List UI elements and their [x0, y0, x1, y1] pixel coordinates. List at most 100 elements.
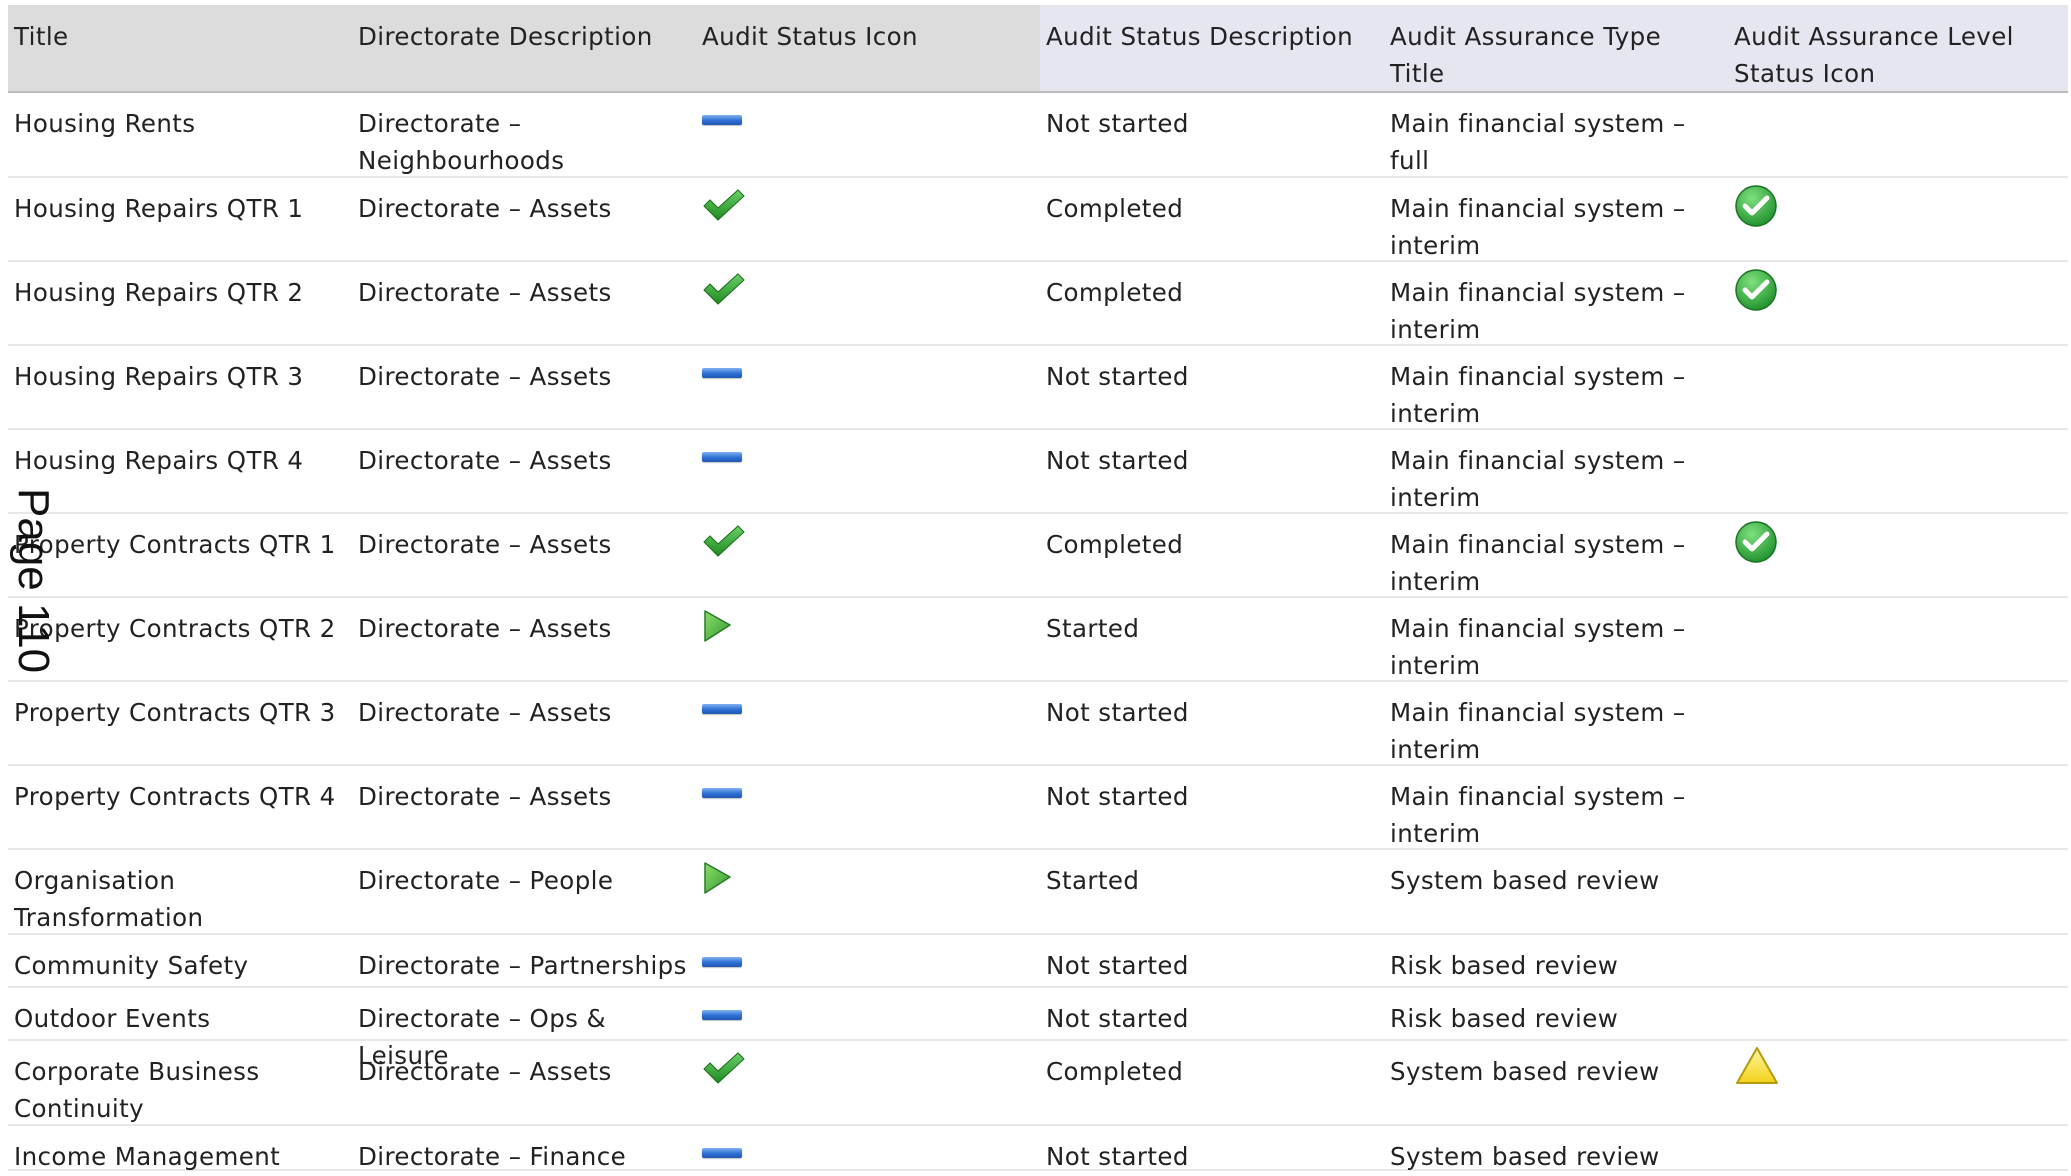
- table-row[interactable]: Property Contracts QTR 1 Directorate – As…: [8, 514, 2068, 598]
- cell-assurance-type: System based review: [1390, 1057, 1660, 1086]
- green-check-circle-icon: [1734, 184, 1778, 238]
- cell-directorate: Directorate – Assets: [358, 446, 612, 475]
- cell-status-description: Completed: [1046, 1057, 1184, 1086]
- cell-status-icon: [696, 178, 1040, 260]
- cell-assurance-type: Main financial system – full: [1390, 109, 1686, 175]
- table-row[interactable]: Outdoor Events Directorate – Ops & Leisur…: [8, 988, 2068, 1070]
- column-header-title[interactable]: Title: [8, 5, 352, 91]
- cell-assurance-type: Main financial system – interim: [1390, 278, 1686, 344]
- cell-status-description: Started: [1046, 614, 1140, 643]
- cell-assurance-level-icon: [1728, 262, 2068, 344]
- started-play-icon: [702, 860, 734, 906]
- cell-assurance-level-icon: [1728, 346, 2068, 428]
- cell-title: Housing Repairs QTR 2: [14, 278, 304, 307]
- checkmark-icon: [702, 524, 746, 570]
- cell-title: Property Contracts QTR 4: [14, 782, 336, 811]
- cell-status-icon: [696, 346, 1040, 428]
- cell-status-icon: [696, 1041, 1040, 1124]
- cell-status-description: Completed: [1046, 194, 1184, 223]
- cell-directorate: Directorate – Finance: [358, 1142, 627, 1171]
- cell-status-icon: [696, 430, 1040, 512]
- cell-status-description: Not started: [1046, 782, 1189, 811]
- cell-title: Organisation Transformation: [14, 866, 204, 932]
- cell-status-description: Started: [1046, 866, 1140, 895]
- cell-title: Property Contracts QTR 2: [14, 614, 336, 643]
- cell-title: Property Contracts QTR 3: [14, 698, 336, 727]
- audit-table: Title Directorate Description Audit Stat…: [8, 5, 2068, 1171]
- table-row[interactable]: Corporate Business Continuity Directorate…: [8, 1041, 2068, 1126]
- cell-directorate: Directorate – Assets: [358, 362, 612, 391]
- cell-title: Housing Rents: [14, 109, 196, 138]
- cell-directorate: Directorate – Assets: [358, 698, 612, 727]
- checkmark-icon: [702, 272, 746, 318]
- not-started-dash-icon: [702, 1010, 742, 1020]
- table-row[interactable]: Housing Repairs QTR 3 Directorate – Asset…: [8, 346, 2068, 430]
- table-row[interactable]: Property Contracts QTR 2 Directorate – As…: [8, 598, 2068, 682]
- table-row[interactable]: Property Contracts QTR 4 Directorate – As…: [8, 766, 2068, 850]
- started-play-icon: [702, 608, 734, 654]
- cell-directorate: Directorate – Assets: [358, 278, 612, 307]
- not-started-dash-icon: [702, 368, 742, 378]
- cell-status-icon: [696, 850, 1040, 933]
- cell-title: Income Management: [14, 1142, 281, 1171]
- cell-status-icon: [696, 988, 1040, 1039]
- cell-directorate: Directorate – Assets: [358, 782, 612, 811]
- cell-status-icon: [696, 682, 1040, 764]
- cell-assurance-level-icon: [1728, 93, 2068, 176]
- cell-title: Housing Repairs QTR 3: [14, 362, 304, 391]
- table-row[interactable]: Income Management Directorate – Finance No…: [8, 1126, 2068, 1171]
- cell-status-description: Not started: [1046, 698, 1189, 727]
- cell-status-icon: [696, 514, 1040, 596]
- cell-assurance-type: Main financial system – interim: [1390, 698, 1686, 764]
- table-row[interactable]: Property Contracts QTR 3 Directorate – As…: [8, 682, 2068, 766]
- column-header-assurance-level-icon[interactable]: Audit Assurance Level Status Icon: [1728, 5, 2068, 91]
- cell-status-icon: [696, 598, 1040, 680]
- green-check-circle-icon: [1734, 520, 1778, 574]
- cell-title: Housing Repairs QTR 4: [14, 446, 304, 475]
- column-header-status-icon[interactable]: Audit Status Icon: [696, 5, 1040, 91]
- page-number-label: Page 110: [9, 488, 58, 674]
- cell-assurance-level-icon: [1728, 1126, 2068, 1169]
- cell-status-description: Not started: [1046, 362, 1189, 391]
- cell-directorate: Directorate – Assets: [358, 614, 612, 643]
- cell-status-icon: [696, 766, 1040, 848]
- cell-title: Corporate Business Continuity: [14, 1057, 260, 1123]
- cell-assurance-level-icon: [1728, 1041, 2068, 1124]
- not-started-dash-icon: [702, 1148, 742, 1158]
- checkmark-icon: [702, 1051, 746, 1097]
- cell-assurance-level-icon: [1728, 988, 2068, 1039]
- cell-assurance-type: System based review: [1390, 866, 1660, 895]
- not-started-dash-icon: [702, 115, 742, 125]
- table-header-row: Title Directorate Description Audit Stat…: [8, 5, 2068, 93]
- cell-assurance-type: Main financial system – interim: [1390, 782, 1686, 848]
- cell-assurance-type: Main financial system – interim: [1390, 194, 1686, 260]
- yellow-warning-triangle-icon: [1734, 1045, 1780, 1097]
- cell-assurance-level-icon: [1728, 430, 2068, 512]
- cell-title: Outdoor Events: [14, 1004, 211, 1033]
- cell-assurance-type: Main financial system – interim: [1390, 614, 1686, 680]
- table-row[interactable]: Community Safety Directorate – Partnershi…: [8, 935, 2068, 988]
- cell-status-description: Completed: [1046, 278, 1184, 307]
- table-row[interactable]: Housing Repairs QTR 1 Directorate – Asset…: [8, 178, 2068, 262]
- cell-assurance-type: Main financial system – interim: [1390, 446, 1686, 512]
- table-body: Housing Rents Directorate – Neighbourhood…: [8, 93, 2068, 1171]
- table-row[interactable]: Organisation Transformation Directorate –…: [8, 850, 2068, 935]
- column-header-status-description[interactable]: Audit Status Description: [1040, 5, 1384, 91]
- cell-status-icon: [696, 93, 1040, 176]
- column-header-assurance-type[interactable]: Audit Assurance Type Title: [1384, 5, 1728, 91]
- cell-assurance-level-icon: [1728, 514, 2068, 596]
- table-row[interactable]: Housing Rents Directorate – Neighbourhood…: [8, 93, 2068, 178]
- cell-status-description: Not started: [1046, 109, 1189, 138]
- cell-status-description: Not started: [1046, 1004, 1189, 1033]
- cell-directorate: Directorate – Ops & Leisure: [358, 1004, 607, 1070]
- cell-assurance-type: Risk based review: [1390, 951, 1619, 980]
- cell-status-icon: [696, 935, 1040, 986]
- cell-assurance-level-icon: [1728, 598, 2068, 680]
- column-header-directorate[interactable]: Directorate Description: [352, 5, 696, 91]
- not-started-dash-icon: [702, 704, 742, 714]
- table-row[interactable]: Housing Repairs QTR 4 Directorate – Asset…: [8, 430, 2068, 514]
- not-started-dash-icon: [702, 788, 742, 798]
- table-row[interactable]: Housing Repairs QTR 2 Directorate – Asset…: [8, 262, 2068, 346]
- cell-directorate: Directorate – People: [358, 866, 614, 895]
- cell-assurance-type: Main financial system – interim: [1390, 530, 1686, 596]
